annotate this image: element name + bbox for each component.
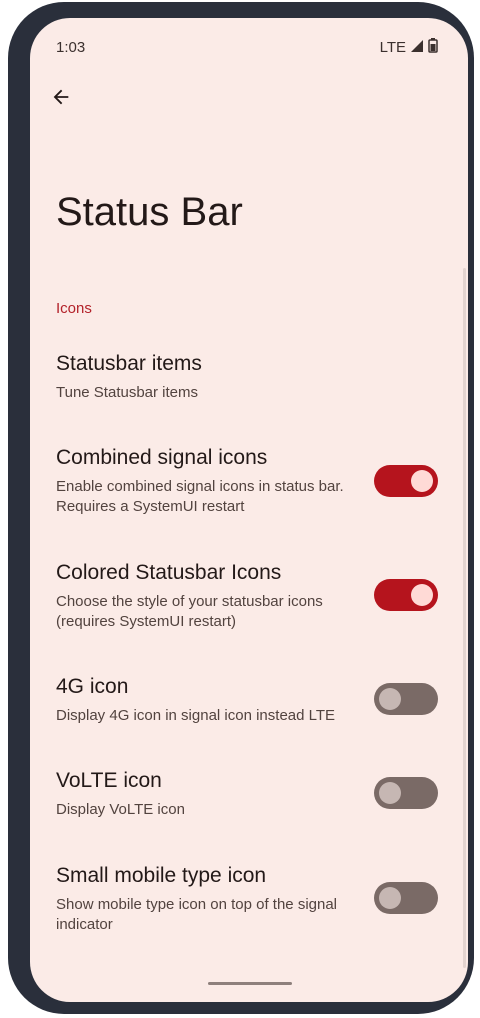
pref-summary: Enable combined signal icons in status b…	[56, 478, 344, 515]
signal-icon	[410, 39, 424, 57]
colored-icons-toggle[interactable]	[374, 579, 438, 611]
pref-small-mobile-type-icon[interactable]: Small mobile type icon Show mobile type …	[56, 863, 454, 935]
pref-combined-signal-icons[interactable]: Combined signal icons Enable combined si…	[56, 445, 454, 517]
4g-icon-toggle[interactable]	[374, 683, 438, 715]
volte-icon-toggle[interactable]	[374, 777, 438, 809]
battery-icon	[428, 38, 438, 57]
scrollbar[interactable]	[463, 268, 466, 968]
pref-4g-icon[interactable]: 4G icon Display 4G icon in signal icon i…	[56, 674, 454, 726]
pref-summary: Choose the style of your statusbar icons…	[56, 593, 323, 630]
pref-summary: Display 4G icon in signal icon instead L…	[56, 707, 336, 724]
pref-volte-icon[interactable]: VoLTE icon Display VoLTE icon	[56, 768, 454, 820]
pref-colored-statusbar-icons[interactable]: Colored Statusbar Icons Choose the style…	[56, 560, 454, 632]
switch-thumb	[411, 470, 433, 492]
device-frame: 1:03 LTE Status Bar Icons Statusbar item…	[8, 2, 474, 1014]
network-type: LTE	[379, 39, 406, 56]
status-time: 1:03	[56, 39, 86, 56]
pref-summary: Show mobile type icon on top of the sign…	[56, 896, 338, 933]
switch-thumb	[379, 688, 401, 710]
switch-thumb	[379, 887, 401, 909]
switch-thumb	[379, 782, 401, 804]
switch-thumb	[411, 584, 433, 606]
section-header-icons: Icons	[56, 300, 92, 317]
combined-signal-toggle[interactable]	[374, 465, 438, 497]
small-mobile-type-toggle[interactable]	[374, 882, 438, 914]
pref-summary: Display VoLTE icon	[56, 801, 185, 818]
pref-summary: Tune Statusbar items	[56, 384, 199, 401]
gesture-nav-handle[interactable]	[208, 982, 292, 985]
back-arrow-icon	[53, 89, 69, 105]
screen: 1:03 LTE Status Bar Icons Statusbar item…	[30, 18, 468, 1002]
back-button[interactable]	[44, 80, 78, 114]
status-bar: 1:03 LTE	[30, 18, 468, 74]
status-icons: LTE	[380, 38, 438, 57]
pref-title: Statusbar items	[56, 352, 202, 375]
page-title: Status Bar	[56, 190, 243, 234]
pref-statusbar-items[interactable]: Statusbar items Tune Statusbar items	[56, 351, 454, 403]
